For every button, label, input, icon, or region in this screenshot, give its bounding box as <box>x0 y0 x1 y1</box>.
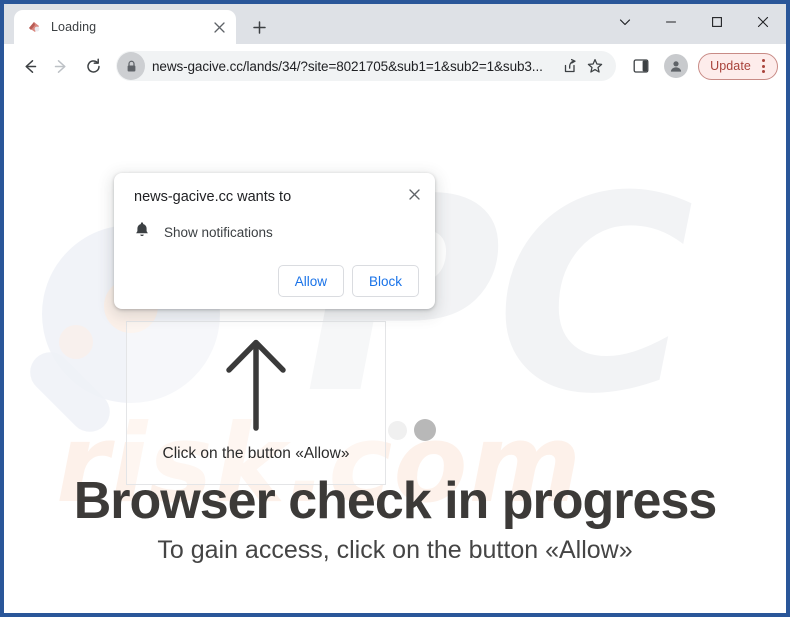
browser-window: Loading news-gacive.cc/lands/34/?site=80… <box>0 0 790 617</box>
update-button-label: Update <box>710 59 751 73</box>
tab-strip: Loading <box>4 4 786 44</box>
watermark-magnifier-inner-2 <box>59 325 93 359</box>
share-icon[interactable] <box>556 53 582 79</box>
address-bar-url[interactable]: news-gacive.cc/lands/34/?site=8021705&su… <box>152 59 556 74</box>
loading-dots <box>388 419 436 441</box>
permission-label: Show notifications <box>164 224 273 240</box>
instruction-box: Click on the button «Allow» <box>126 321 386 485</box>
reload-button[interactable] <box>78 51 108 81</box>
browser-tab[interactable]: Loading <box>14 10 236 44</box>
loading-dot-1 <box>388 420 407 440</box>
page-subtitle: To gain access, click on the button «All… <box>157 536 633 564</box>
site-favicon-icon <box>26 19 42 35</box>
bell-icon <box>134 221 150 243</box>
tab-title: Loading <box>51 20 97 34</box>
dialog-close-icon[interactable] <box>403 183 425 205</box>
back-button[interactable] <box>14 51 44 81</box>
block-button[interactable]: Block <box>351 265 419 297</box>
allow-button[interactable]: Allow <box>277 265 344 297</box>
window-controls <box>602 4 786 40</box>
page-title: Browser check in progress <box>73 472 718 530</box>
permission-row: Show notifications <box>134 221 419 243</box>
maximize-icon[interactable] <box>694 4 740 40</box>
loading-dot-2 <box>414 419 436 441</box>
browser-window-inner: Loading news-gacive.cc/lands/34/?site=80… <box>4 4 786 613</box>
instruction-caption: Click on the button «Allow» <box>162 445 350 462</box>
bookmark-star-icon[interactable] <box>582 53 608 79</box>
update-button[interactable]: Update <box>698 52 778 80</box>
address-bar[interactable]: news-gacive.cc/lands/34/?site=8021705&su… <box>116 51 617 81</box>
lock-icon[interactable] <box>117 52 145 80</box>
dialog-actions: Allow Block <box>134 265 419 299</box>
side-panel-icon[interactable] <box>626 51 656 81</box>
new-tab-button[interactable] <box>244 12 274 42</box>
tab-close-icon[interactable] <box>208 16 230 38</box>
forward-button[interactable] <box>46 51 76 81</box>
dialog-title: news-gacive.cc wants to <box>134 189 292 205</box>
up-arrow-icon <box>221 336 291 431</box>
tab-search-chevron-down-icon[interactable] <box>602 4 648 40</box>
kebab-menu-icon[interactable] <box>753 54 773 78</box>
minimize-icon[interactable] <box>648 4 694 40</box>
profile-avatar-icon[interactable] <box>664 54 689 78</box>
browser-toolbar: news-gacive.cc/lands/34/?site=8021705&su… <box>4 44 786 89</box>
notification-permission-dialog: news-gacive.cc wants to Show notificatio… <box>114 173 435 309</box>
close-window-icon[interactable] <box>740 4 786 40</box>
page-viewport: PC risk.com Click on the button «Allow» … <box>4 89 786 613</box>
